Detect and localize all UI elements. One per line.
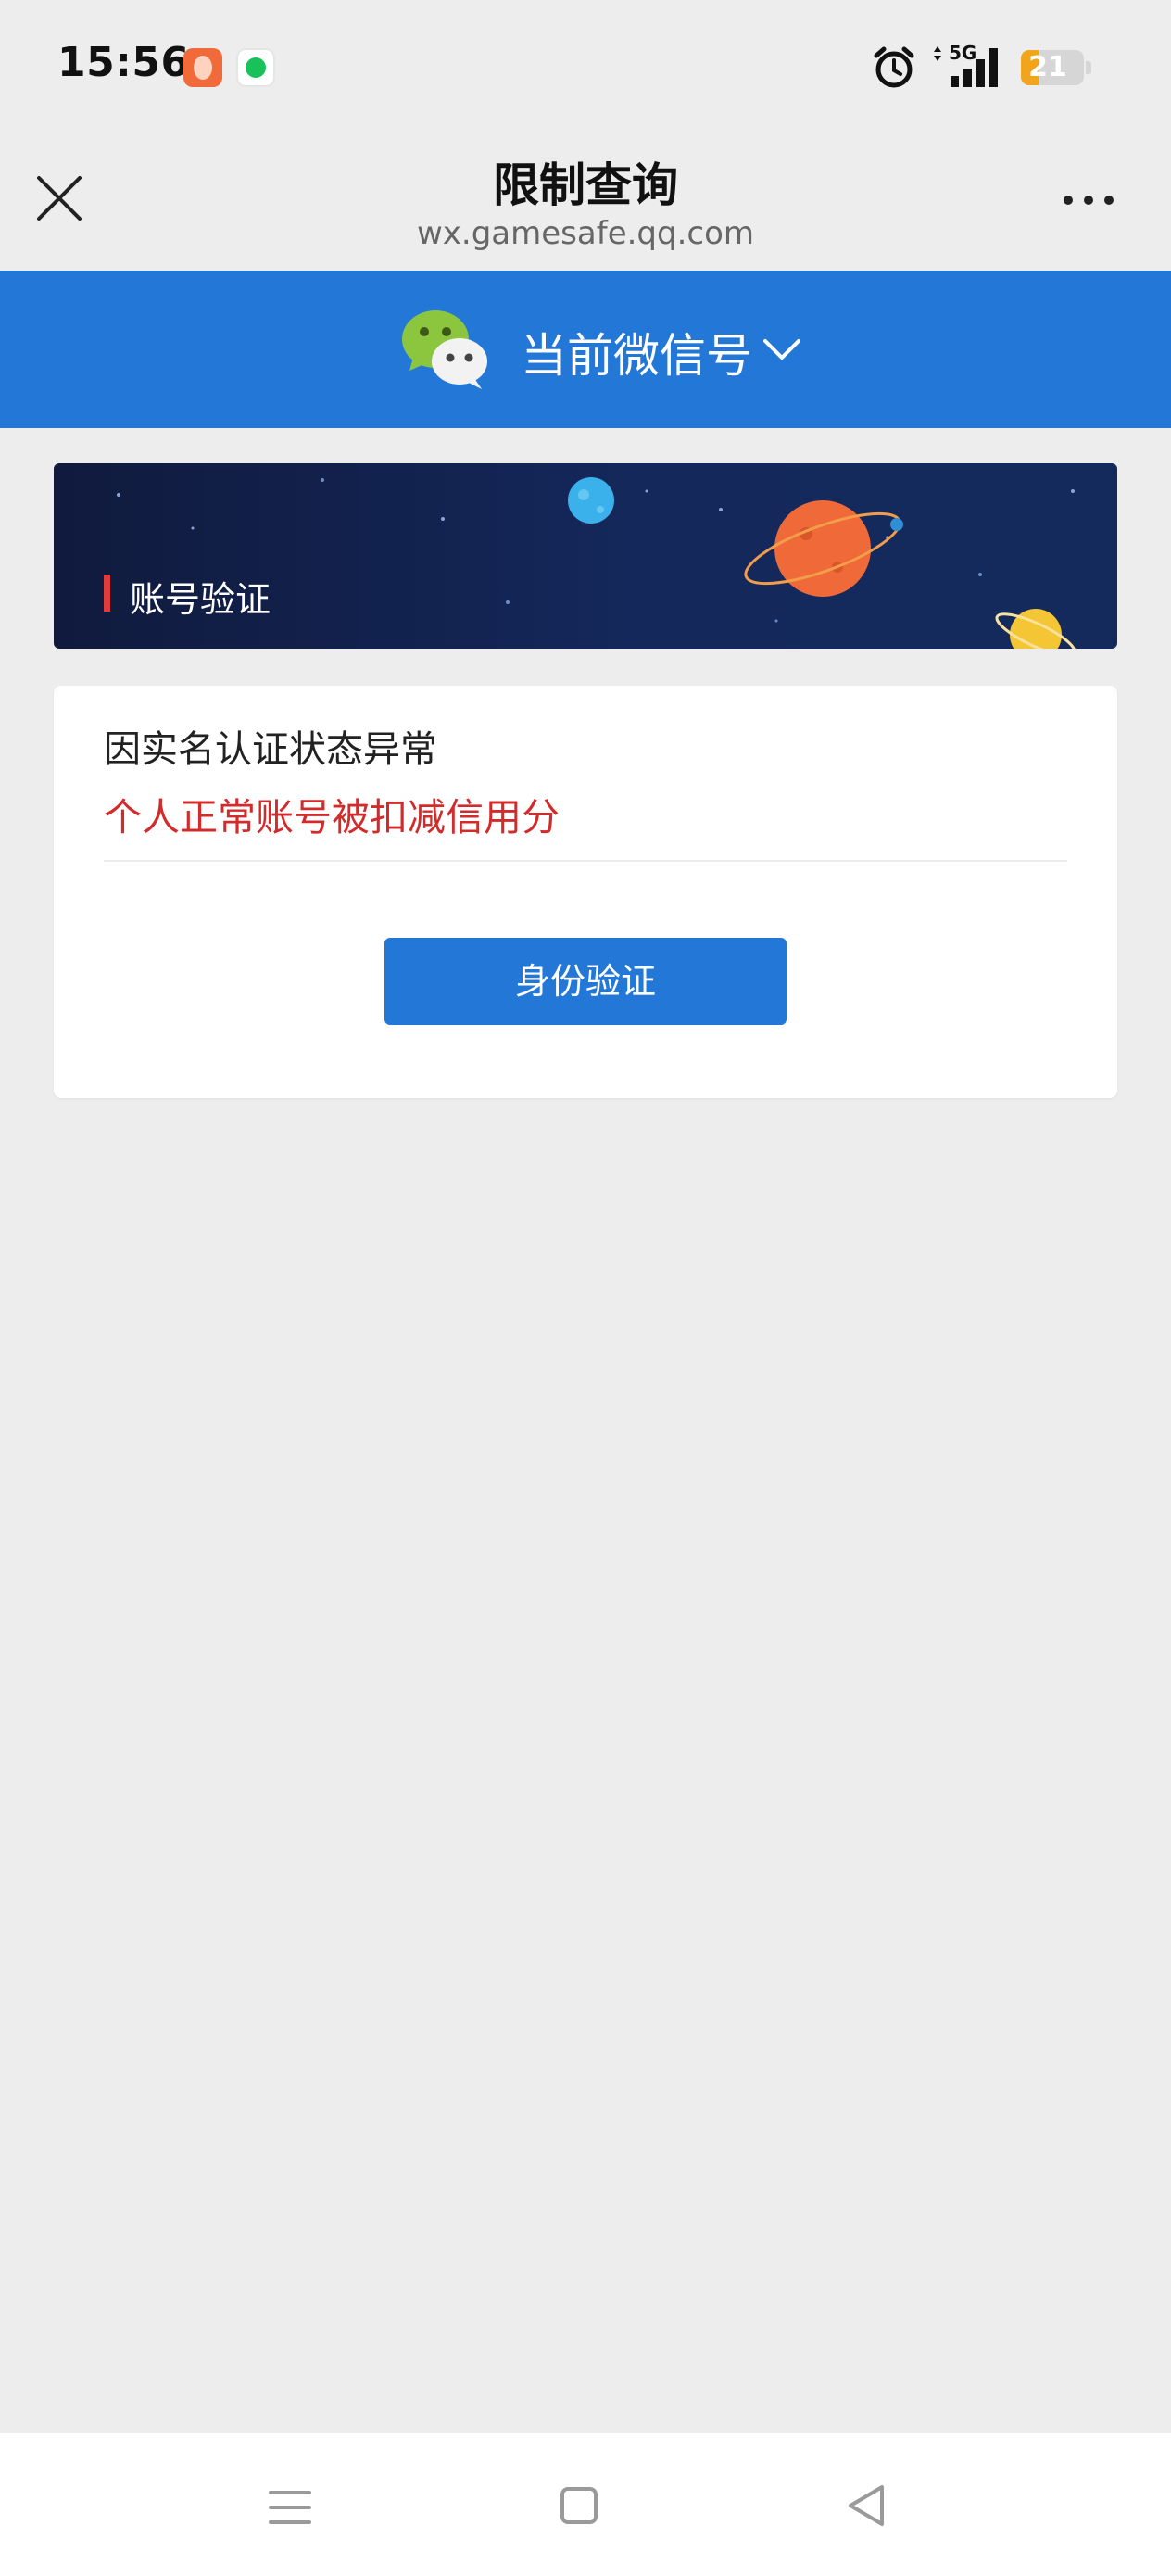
battery-level: 21 (1028, 51, 1067, 83)
account-switcher[interactable]: 当前微信号 (0, 271, 1171, 428)
status-bar: 15:56 5G 21 (0, 0, 1171, 130)
home-icon[interactable] (560, 2487, 598, 2524)
system-nav-bar (0, 2433, 1171, 2576)
restriction-penalty: 个人正常账号被扣减信用分 (104, 795, 560, 840)
back-icon[interactable] (845, 2483, 888, 2528)
clock-time: 15:56 (57, 39, 190, 86)
banner-title: 账号验证 (130, 579, 271, 620)
page-title: 限制查询 (493, 158, 678, 212)
network-type: 5G (949, 43, 976, 64)
wechat-logo-icon (402, 310, 487, 389)
menu-icon[interactable] (269, 2487, 311, 2528)
banner: 账号验证 (54, 463, 1117, 649)
account-name: 当前微信号 (521, 329, 752, 383)
app-notification-icon (183, 48, 222, 87)
restriction-reason: 因实名认证状态异常 (104, 728, 437, 771)
chevron-down-icon (763, 339, 800, 360)
message-notification-icon (236, 48, 275, 87)
result-card: 因实名认证状态异常 个人正常账号被扣减信用分 身份验证 (54, 686, 1117, 1098)
banner-accent-bar (104, 575, 110, 612)
battery-icon: 21 (1021, 50, 1091, 85)
identity-verify-button[interactable]: 身份验证 (384, 938, 787, 1025)
divider (104, 860, 1067, 862)
more-icon[interactable] (1056, 185, 1121, 213)
alarm-icon (874, 46, 914, 88)
signal-icon: 5G (934, 43, 998, 87)
page-url: wx.gamesafe.qq.com (416, 215, 755, 252)
